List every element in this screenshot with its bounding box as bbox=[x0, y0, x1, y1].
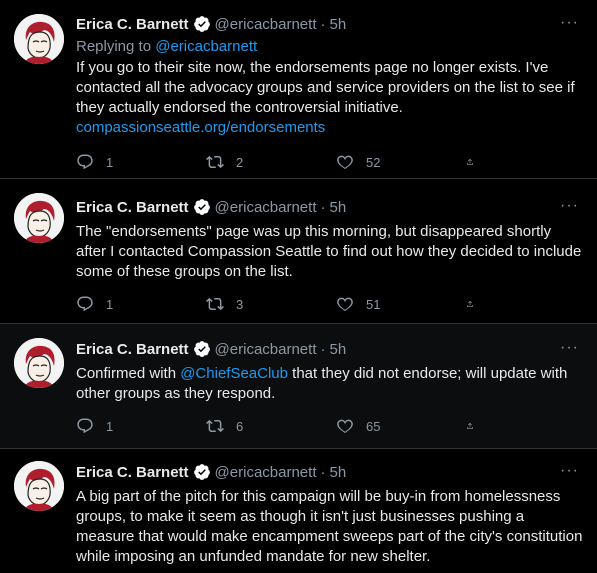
avatar[interactable] bbox=[14, 14, 64, 64]
separator: · bbox=[320, 198, 326, 216]
heart-icon bbox=[336, 417, 354, 435]
timestamp[interactable]: 5h bbox=[330, 464, 347, 481]
tweet[interactable]: Erica C. Barnett @ericacbarnett · 5h ···… bbox=[0, 179, 597, 324]
retweet-icon bbox=[206, 153, 224, 171]
like-button[interactable]: 65 bbox=[336, 417, 466, 435]
tweet-link[interactable]: compassionseattle.org/endorsements bbox=[76, 119, 325, 136]
separator: · bbox=[320, 340, 326, 358]
like-button[interactable]: 51 bbox=[336, 295, 466, 313]
reply-icon bbox=[76, 295, 94, 313]
reply-count: 1 bbox=[106, 418, 114, 434]
more-options-icon[interactable]: ··· bbox=[560, 462, 579, 480]
tweet-actions: 1 3 51 bbox=[76, 294, 583, 314]
reply-icon bbox=[76, 153, 94, 171]
tweet-header: Erica C. Barnett @ericacbarnett · 5h bbox=[76, 197, 583, 217]
replying-prefix: Replying to bbox=[76, 38, 156, 55]
mention-link[interactable]: @ChiefSeaClub bbox=[180, 365, 288, 382]
share-icon bbox=[466, 295, 474, 313]
retweet-button[interactable]: 6 bbox=[206, 417, 336, 435]
avatar[interactable] bbox=[14, 338, 64, 388]
reply-count: 1 bbox=[106, 154, 114, 170]
author-name[interactable]: Erica C. Barnett bbox=[76, 199, 189, 216]
like-count: 52 bbox=[366, 154, 381, 170]
heart-icon bbox=[336, 153, 354, 171]
more-options-icon[interactable]: ··· bbox=[560, 14, 579, 32]
share-button[interactable] bbox=[466, 295, 486, 313]
retweet-icon bbox=[206, 417, 224, 435]
author-handle[interactable]: @ericacbarnett bbox=[215, 341, 317, 358]
tweet[interactable]: Erica C. Barnett @ericacbarnett · 5h ···… bbox=[0, 324, 597, 449]
author-name[interactable]: Erica C. Barnett bbox=[76, 464, 189, 481]
like-button[interactable]: 52 bbox=[336, 153, 466, 171]
tweet-header: Erica C. Barnett @ericacbarnett · 5h bbox=[76, 339, 583, 359]
author-name[interactable]: Erica C. Barnett bbox=[76, 16, 189, 33]
retweet-icon bbox=[206, 295, 224, 313]
avatar[interactable] bbox=[14, 461, 64, 511]
retweet-button[interactable]: 2 bbox=[206, 153, 336, 171]
timestamp[interactable]: 5h bbox=[330, 16, 347, 33]
separator: · bbox=[320, 15, 326, 33]
reply-button[interactable]: 1 bbox=[76, 417, 206, 435]
tweet[interactable]: Erica C. Barnett @ericacbarnett · 5h ···… bbox=[0, 449, 597, 573]
tweet-header: Erica C. Barnett @ericacbarnett · 5h bbox=[76, 14, 583, 34]
reply-icon bbox=[76, 417, 94, 435]
separator: · bbox=[320, 463, 326, 481]
author-handle[interactable]: @ericacbarnett bbox=[215, 199, 317, 216]
tweet-body: If you go to their site now, the endorse… bbox=[76, 59, 575, 116]
share-icon bbox=[466, 417, 474, 435]
like-count: 51 bbox=[366, 296, 381, 312]
verified-badge-icon bbox=[193, 198, 211, 216]
verified-badge-icon bbox=[193, 463, 211, 481]
retweet-count: 2 bbox=[236, 154, 244, 170]
timestamp[interactable]: 5h bbox=[330, 341, 347, 358]
retweet-button[interactable]: 3 bbox=[206, 295, 336, 313]
share-icon bbox=[466, 153, 474, 171]
tweet-text: If you go to their site now, the endorse… bbox=[76, 58, 583, 138]
tweet-text-start: Confirmed with bbox=[76, 365, 181, 382]
like-count: 65 bbox=[366, 418, 381, 434]
avatar[interactable] bbox=[14, 193, 64, 243]
verified-badge-icon bbox=[193, 340, 211, 358]
tweet-text: The "endorsements" page was up this morn… bbox=[76, 223, 582, 280]
share-button[interactable] bbox=[466, 417, 486, 435]
timestamp[interactable]: 5h bbox=[330, 199, 347, 216]
author-handle[interactable]: @ericacbarnett bbox=[215, 16, 317, 33]
tweet[interactable]: Erica C. Barnett @ericacbarnett · 5h ···… bbox=[0, 0, 597, 179]
author-handle[interactable]: @ericacbarnett bbox=[215, 464, 317, 481]
reply-button[interactable]: 1 bbox=[76, 295, 206, 313]
share-button[interactable] bbox=[466, 153, 486, 171]
reply-button[interactable]: 1 bbox=[76, 153, 206, 171]
more-options-icon[interactable]: ··· bbox=[560, 197, 579, 215]
tweet-actions: 1 2 52 bbox=[76, 152, 583, 172]
verified-badge-icon bbox=[193, 15, 211, 33]
tweet-text: A big part of the pitch for this campaig… bbox=[76, 488, 583, 565]
author-name[interactable]: Erica C. Barnett bbox=[76, 341, 189, 358]
tweet-header: Erica C. Barnett @ericacbarnett · 5h bbox=[76, 462, 583, 482]
replying-to-link[interactable]: @ericacbarnett bbox=[155, 38, 257, 55]
more-options-icon[interactable]: ··· bbox=[560, 339, 579, 357]
retweet-count: 3 bbox=[236, 296, 244, 312]
reply-count: 1 bbox=[106, 296, 114, 312]
retweet-count: 6 bbox=[236, 418, 244, 434]
tweet-text: Confirmed with @ChiefSeaClub that they d… bbox=[76, 364, 583, 404]
heart-icon bbox=[336, 295, 354, 313]
tweet-actions: 1 6 65 bbox=[76, 416, 583, 436]
replying-to: Replying to @ericacbarnett bbox=[76, 38, 583, 55]
